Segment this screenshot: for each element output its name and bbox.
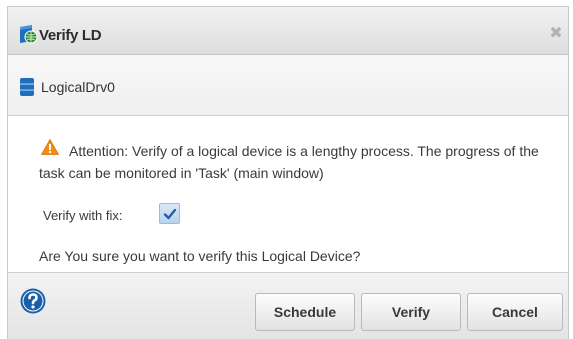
dialog-content: Attention: Verify of a logical device is… [8,117,568,272]
verify-ld-dialog: Verify LD ✖ LogicalDrv0 Attention: Verif… [7,6,569,339]
verify-button[interactable]: Verify [361,293,461,331]
verify-with-fix-label: Verify with fix: [43,208,123,223]
dialog-footer: Schedule Verify Cancel [8,272,568,339]
confirm-question: Are You sure you want to verify this Log… [39,248,361,264]
database-icon [20,78,34,96]
close-icon[interactable]: ✖ [548,26,564,42]
device-header: LogicalDrv0 [8,55,568,116]
verify-with-fix-checkbox[interactable] [159,203,180,224]
schedule-button[interactable]: Schedule [255,293,355,331]
dialog-title: Verify LD [39,27,102,44]
shield-globe-icon [18,24,38,44]
dialog-titlebar: Verify LD ✖ [8,6,568,55]
checkmark-icon [163,208,177,220]
logical-device-name: LogicalDrv0 [41,79,115,95]
attention-message: Attention: Verify of a logical device is… [39,143,539,181]
cancel-button[interactable]: Cancel [467,293,563,331]
question-circle-icon[interactable] [20,288,46,314]
